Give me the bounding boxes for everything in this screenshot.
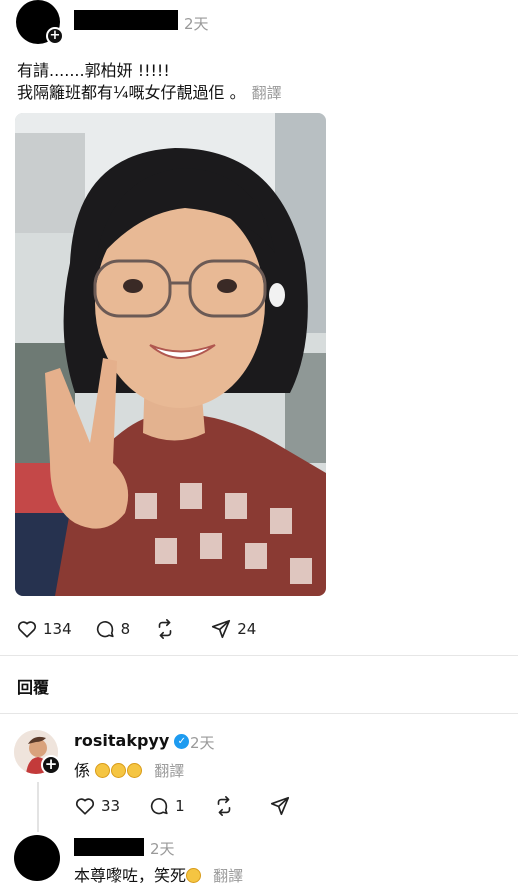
heart-icon — [17, 621, 37, 638]
laughing-emoji-icon — [186, 868, 202, 883]
repost-icon — [217, 796, 230, 816]
post-repost-button[interactable] — [154, 618, 176, 640]
post-author-name-redacted[interactable] — [74, 10, 178, 30]
post-comment-count: 8 — [120, 620, 131, 638]
reply2-timestamp: 2天 — [150, 840, 175, 858]
comment-icon — [96, 621, 114, 638]
reply1-text-row: 係 翻譯 — [74, 757, 184, 781]
comment-icon — [150, 798, 168, 815]
reply2-author-avatar[interactable] — [14, 835, 60, 881]
reply1-follow-plus-badge[interactable]: + — [41, 755, 61, 775]
reply2-translate-link[interactable]: 翻譯 — [213, 867, 243, 884]
reply2-text: 本尊嚟咗，笑死 — [74, 866, 187, 884]
send-icon — [212, 619, 231, 639]
laughing-emoji-icon — [111, 763, 127, 778]
reply1-text: 係 — [74, 761, 91, 780]
reply2-text-row: 本尊嚟咗，笑死 翻譯 — [74, 862, 243, 884]
divider-replies — [0, 713, 518, 714]
reply1-translate-link[interactable]: 翻譯 — [154, 762, 184, 780]
post-comment-button[interactable]: 8 — [94, 618, 131, 640]
reply1-comment-count: 1 — [175, 797, 185, 815]
heart-icon — [75, 798, 95, 815]
laughing-emoji-icon — [127, 763, 143, 778]
reply1-username[interactable]: rositakpyy — [74, 731, 169, 750]
post-share-button[interactable]: 24 — [210, 618, 256, 640]
reply1-action-bar: 33 1 — [74, 795, 291, 817]
post-translate-link[interactable]: 翻譯 — [252, 84, 282, 102]
post-text-line-2-wrapper: 我隔籬班都有¼嘅女仔靚過佢 。翻譯 — [17, 82, 282, 104]
post-share-count: 24 — [237, 620, 257, 638]
post-photo[interactable] — [15, 113, 326, 596]
repost-icon — [158, 619, 172, 639]
follow-plus-badge[interactable]: + — [46, 27, 64, 45]
reply1-timestamp: 2天 — [190, 734, 215, 752]
laughing-emoji-icon — [95, 763, 111, 778]
reply1-repost-button[interactable] — [213, 795, 235, 817]
reply-thread-line — [37, 782, 39, 832]
verified-icon: ✓ — [174, 734, 190, 749]
post-text-line-1: 有請.......郭柏妍 !!!!! — [17, 61, 170, 80]
post-like-count: 134 — [43, 620, 72, 638]
replies-section-title: 回覆 — [17, 678, 50, 697]
divider-top — [0, 655, 518, 656]
reply1-username-row: rositakpyy ✓ — [74, 731, 190, 750]
send-icon — [270, 796, 289, 816]
post-timestamp: 2天 — [184, 15, 209, 33]
reply2-author-name-redacted[interactable] — [74, 838, 144, 856]
post-text-line-2: 我隔籬班都有¼嘅女仔靚過佢 。 — [17, 83, 246, 102]
post-like-button[interactable]: 134 — [16, 618, 72, 640]
reply1-share-button[interactable] — [269, 795, 291, 817]
reply1-comment-button[interactable]: 1 — [148, 795, 185, 817]
reply1-like-count: 33 — [101, 797, 121, 815]
post-photo-illustration — [15, 113, 326, 596]
post-action-bar: 134 8 24 — [16, 618, 256, 640]
reply1-like-button[interactable]: 33 — [74, 795, 120, 817]
